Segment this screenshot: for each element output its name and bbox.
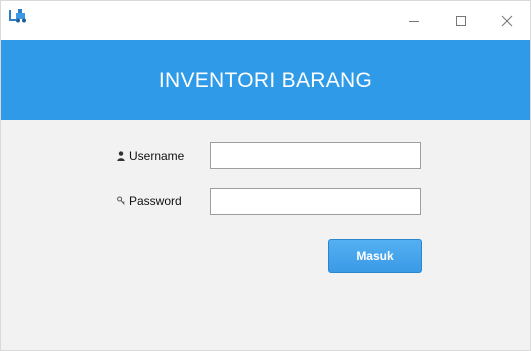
app-forklift-icon: [9, 9, 26, 23]
password-label-text: Password: [129, 194, 182, 208]
minimize-button[interactable]: [391, 1, 437, 40]
key-icon: [117, 196, 125, 205]
masuk-button[interactable]: Masuk: [328, 239, 422, 273]
header-banner: INVENTORI BARANG: [1, 40, 530, 120]
login-form: Username Password Masuk: [1, 120, 530, 350]
minimize-icon: [409, 20, 419, 22]
title-bar[interactable]: [1, 1, 530, 40]
username-label: Username: [117, 148, 184, 164]
app-title: INVENTORI BARANG: [158, 69, 373, 92]
username-label-text: Username: [129, 149, 185, 163]
close-icon: [501, 15, 513, 26]
password-field[interactable]: [210, 188, 421, 215]
password-label: Password: [117, 193, 182, 209]
login-window: INVENTORI BARANG Username Password Masuk: [0, 0, 531, 351]
person-icon: [117, 151, 125, 161]
username-field[interactable]: [210, 142, 421, 169]
close-button[interactable]: [484, 1, 530, 40]
maximize-button[interactable]: [438, 1, 484, 40]
maximize-icon: [456, 15, 466, 26]
